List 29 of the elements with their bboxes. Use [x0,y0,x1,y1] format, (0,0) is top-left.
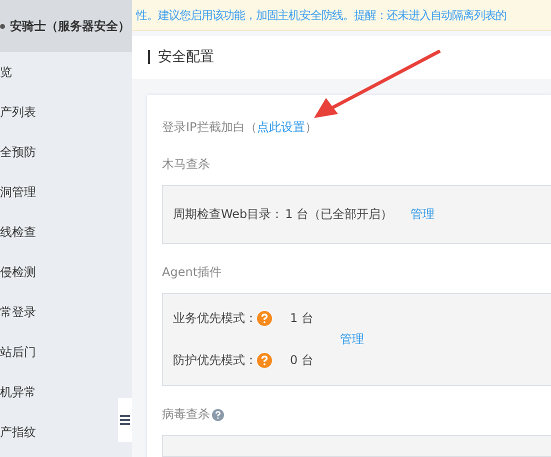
sidebar-item[interactable]: 站后门 [0,332,132,372]
notice-text: 性。建议您启用该功能，加固主机安全防线。提醒：还未进入自动隔离列表的 [132,0,551,31]
field-label: 防护优先模式： [173,352,257,369]
field-label: 周期检查Web目录： [173,207,284,221]
section-title: 病毒查杀 [162,406,210,423]
sidebar-item[interactable]: 侵检测 [0,252,132,292]
product-name: 安骑士（服务器安全） [10,18,130,34]
paren-text: ） [304,119,317,136]
collapse-handle[interactable] [118,398,132,442]
sidebar-item[interactable]: 览 [0,52,132,92]
field-value: 0 台 [290,352,314,369]
field-value: 1 台 [290,310,314,327]
sidebar-item[interactable]: 全预防 [0,132,132,172]
sidebar-item[interactable]: 洞管理 [0,172,132,212]
sidebar-item[interactable]: 产列表 [0,92,132,132]
section-title: Agent插件 [162,264,222,281]
section-title: 木马查杀 [162,156,210,173]
help-icon[interactable] [257,311,272,326]
field-value: 1 台（已全部开启） [285,207,393,221]
field-label: 业务优先模式： [173,310,257,327]
ip-whitelist-label: 登录IP拦截加白（ [162,119,257,136]
help-icon[interactable] [212,408,224,420]
menu-icon [120,415,130,425]
sidebar-item[interactable]: 机异常 [0,372,132,412]
bullet-icon [0,24,5,28]
sidebar-item[interactable]: 常登录 [0,292,132,332]
sidebar-item[interactable]: 线检查 [0,212,132,252]
help-icon[interactable] [257,353,272,368]
page-title: 安全配置 [158,48,214,66]
